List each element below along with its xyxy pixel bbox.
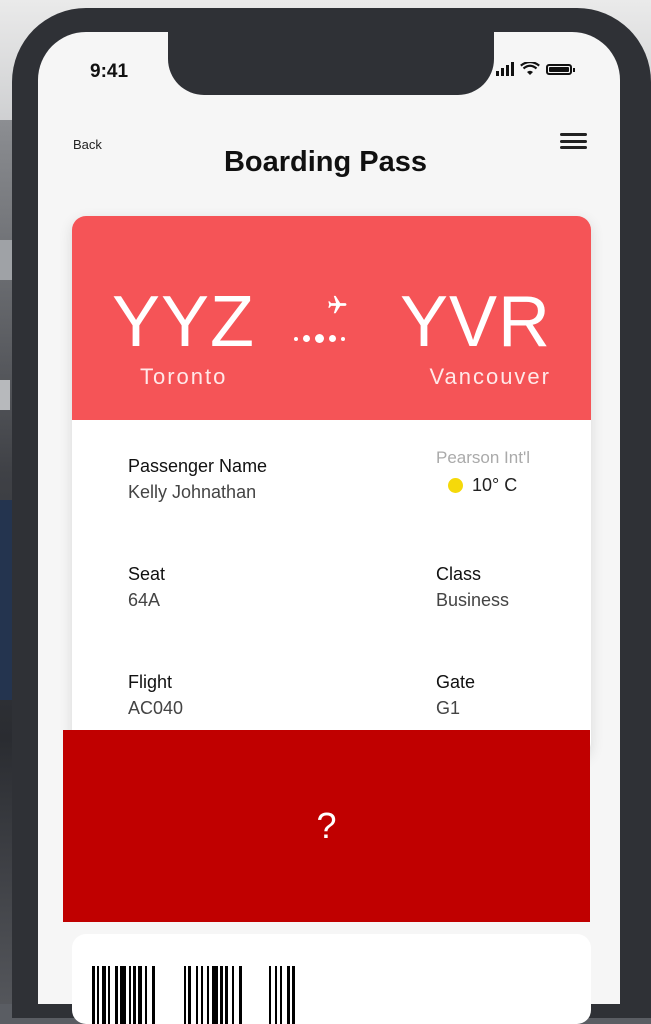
class-value: Business — [436, 590, 510, 610]
destination-city: Vancouver — [429, 364, 551, 389]
redaction-block: ? — [63, 730, 590, 922]
barcode-card — [72, 934, 591, 1024]
origin-city: Toronto — [140, 364, 228, 389]
battery-icon — [546, 63, 575, 75]
route-dots — [294, 334, 345, 343]
background-detail — [0, 380, 10, 410]
airplane-icon — [328, 295, 347, 314]
barcode-gap — [159, 966, 181, 1024]
passenger-name-value: Kelly Johnathan — [128, 482, 257, 502]
seat-value: 64A — [128, 590, 161, 610]
page-title: Boarding Pass — [223, 146, 428, 178]
sun-icon — [448, 478, 463, 493]
route-header: YYZ Toronto YVR Vancouver — [72, 216, 591, 420]
hamburger-menu-icon[interactable] — [560, 133, 587, 149]
seat-label: Seat — [128, 564, 166, 584]
airport-name: Pearson Int'l — [436, 448, 530, 467]
status-time: 9:41 — [90, 61, 129, 82]
barcode-gap — [244, 966, 266, 1024]
flight-value: AC040 — [128, 698, 184, 718]
wifi-icon — [520, 62, 540, 75]
background-detail — [0, 500, 12, 700]
weather-info: 10° C — [448, 475, 517, 496]
cellular-signal-icon — [496, 62, 514, 76]
destination-code: YVR — [399, 282, 551, 362]
status-icons — [496, 62, 575, 76]
flight-label: Flight — [128, 672, 173, 692]
barcode-bar — [292, 966, 295, 1024]
barcode — [92, 966, 295, 1024]
boarding-pass-card: YYZ Toronto YVR Vancouver Passenger Name… — [72, 216, 591, 756]
gate-value: G1 — [436, 698, 461, 718]
temperature: 10° C — [472, 475, 518, 495]
origin-code: YYZ — [112, 282, 256, 362]
phone-notch — [168, 32, 494, 95]
gate-label: Gate — [436, 672, 476, 692]
passenger-name-label: Passenger Name — [128, 456, 268, 476]
class-label: Class — [436, 564, 482, 584]
